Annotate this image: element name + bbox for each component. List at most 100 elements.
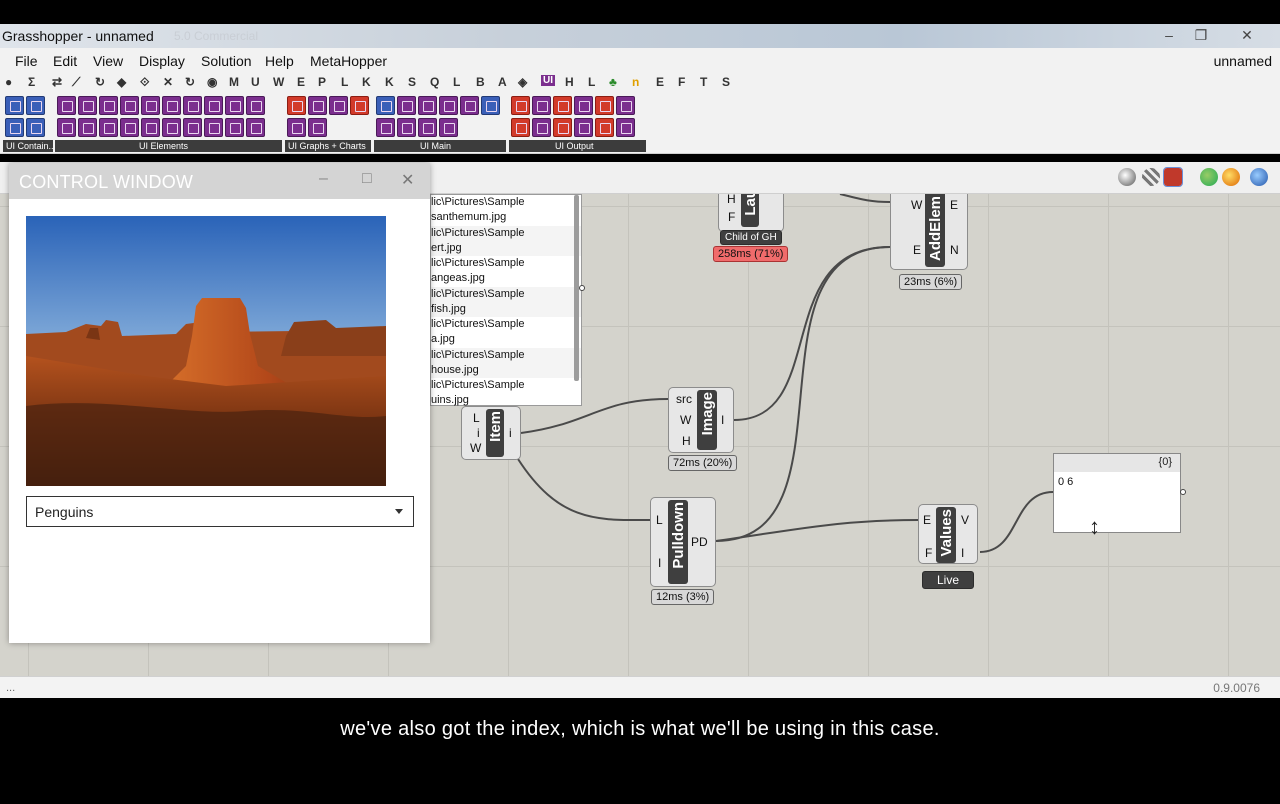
launch-component[interactable]: Lau H F (718, 194, 784, 232)
component-icon[interactable] (204, 96, 223, 115)
component-icon[interactable] (595, 118, 614, 137)
component-icon[interactable] (511, 96, 530, 115)
component-icon[interactable] (376, 118, 395, 137)
tab-15[interactable]: L (341, 75, 348, 89)
output-grip[interactable] (579, 285, 585, 291)
component-icon[interactable] (57, 96, 76, 115)
tab-23[interactable]: ◈ (518, 75, 527, 89)
component-icon[interactable] (5, 96, 24, 115)
tab-10[interactable]: M (229, 75, 239, 89)
file-list-item[interactable]: lic\Pictures\Sample house.jpg (431, 347, 581, 378)
tab-17[interactable]: K (385, 75, 394, 89)
component-icon[interactable] (418, 96, 437, 115)
component-icon[interactable] (5, 118, 24, 137)
panel-output-grip[interactable] (1180, 489, 1186, 495)
control-maximize-button[interactable]: □ (362, 170, 372, 188)
tab-20[interactable]: L (453, 75, 460, 89)
component-icon[interactable] (225, 118, 244, 137)
minimize-button[interactable]: ‒ (1154, 25, 1184, 45)
preview-icon[interactable] (1118, 168, 1136, 186)
file-list-item[interactable]: lic\Pictures\Sample a.jpg (431, 317, 581, 348)
component-icon[interactable] (308, 96, 327, 115)
component-icon[interactable] (141, 118, 160, 137)
tab-11[interactable]: U (251, 75, 260, 89)
menu-metahopper[interactable]: MetaHopper (310, 53, 387, 69)
file-list-item[interactable]: lic\Pictures\Sample uins.jpg (431, 378, 581, 409)
menu-help[interactable]: Help (265, 53, 294, 69)
panel-component[interactable]: {0} 0 6 (1053, 453, 1181, 533)
component-icon[interactable] (183, 118, 202, 137)
tab-8[interactable]: ↻ (185, 75, 195, 89)
component-icon[interactable] (350, 96, 369, 115)
menu-file[interactable]: File (15, 53, 38, 69)
tab-0[interactable]: ● (5, 75, 12, 89)
list-item-component[interactable]: Item L i W i (461, 406, 521, 460)
bake-icon[interactable] (1200, 168, 1218, 186)
tab-30[interactable]: F (678, 75, 685, 89)
menu-edit[interactable]: Edit (53, 53, 77, 69)
tab-3[interactable]: ⟋ (72, 75, 80, 90)
component-icon[interactable] (183, 96, 202, 115)
component-icon[interactable] (225, 96, 244, 115)
image-component[interactable]: Image src W H I (668, 387, 734, 453)
component-icon[interactable] (481, 96, 500, 115)
component-icon[interactable] (511, 118, 530, 137)
addelement-component[interactable]: AddElem W E E N (890, 194, 968, 270)
tab-4[interactable]: ↻ (95, 75, 105, 89)
component-icon[interactable] (162, 96, 181, 115)
file-list-panel[interactable]: lic\Pictures\Sample santhemum.jpg lic\Pict… (430, 194, 582, 406)
component-icon[interactable] (308, 118, 327, 137)
component-icon[interactable] (287, 96, 306, 115)
file-list-item[interactable]: lic\Pictures\Sample fish.jpg (431, 286, 581, 317)
ribbon-group-label[interactable]: UI Elements (55, 140, 282, 152)
component-icon[interactable] (397, 118, 416, 137)
tab-1[interactable]: Σ (28, 75, 35, 89)
component-icon[interactable] (78, 96, 97, 115)
component-icon[interactable] (99, 96, 118, 115)
file-list-item[interactable]: lic\Pictures\Sample ert.jpg (431, 225, 581, 256)
component-icon[interactable] (246, 118, 265, 137)
control-window[interactable]: CONTROL WINDOW – □ ✕ Penguins (9, 163, 430, 643)
component-icon[interactable] (162, 118, 181, 137)
file-list-item[interactable]: lic\Pictures\Sample santhemum.jpg (431, 195, 581, 226)
tab-27[interactable]: ♣ (609, 75, 617, 89)
component-icon[interactable] (141, 96, 160, 115)
component-icon[interactable] (120, 96, 139, 115)
tab-21[interactable]: B (476, 75, 485, 89)
tab-5[interactable]: ◆ (117, 75, 126, 89)
tab-31[interactable]: T (700, 75, 707, 89)
values-component[interactable]: Values E F V I (918, 504, 978, 564)
tab-6[interactable]: ⟐ (140, 75, 149, 90)
shaded-icon[interactable] (1163, 167, 1183, 187)
tab-7[interactable]: ✕ (163, 75, 173, 89)
tab-16[interactable]: K (362, 75, 371, 89)
ribbon-group-label[interactable]: UI Main (374, 140, 506, 152)
control-minimize-button[interactable]: – (319, 170, 328, 188)
control-window-titlebar[interactable]: CONTROL WINDOW – □ ✕ (9, 163, 430, 199)
component-icon[interactable] (397, 96, 416, 115)
component-icon[interactable] (553, 96, 572, 115)
wireframe-icon[interactable] (1142, 168, 1160, 186)
tab-25[interactable]: H (565, 75, 574, 89)
component-icon[interactable] (553, 118, 572, 137)
component-icon[interactable] (329, 96, 348, 115)
ribbon-group-label[interactable]: UI Output (509, 140, 646, 152)
tab-19[interactable]: Q (430, 75, 439, 89)
tab-18[interactable]: S (408, 75, 416, 89)
component-icon[interactable] (532, 96, 551, 115)
component-icon[interactable] (287, 118, 306, 137)
tab-13[interactable]: E (297, 75, 305, 89)
ribbon-group-label[interactable]: UI Contain... (3, 140, 53, 152)
close-button[interactable]: ✕ (1232, 25, 1262, 45)
file-list-item[interactable]: lic\Pictures\Sample angeas.jpg (431, 256, 581, 287)
control-close-button[interactable]: ✕ (401, 170, 414, 190)
tab-2[interactable]: ⇄ (52, 75, 62, 89)
component-icon[interactable] (57, 118, 76, 137)
tab-9[interactable]: ◉ (207, 75, 217, 89)
component-icon[interactable] (574, 118, 593, 137)
component-icon[interactable] (574, 96, 593, 115)
component-icon[interactable] (376, 96, 395, 115)
component-icon[interactable] (439, 96, 458, 115)
component-icon[interactable] (532, 118, 551, 137)
image-dropdown[interactable]: Penguins (26, 496, 414, 527)
